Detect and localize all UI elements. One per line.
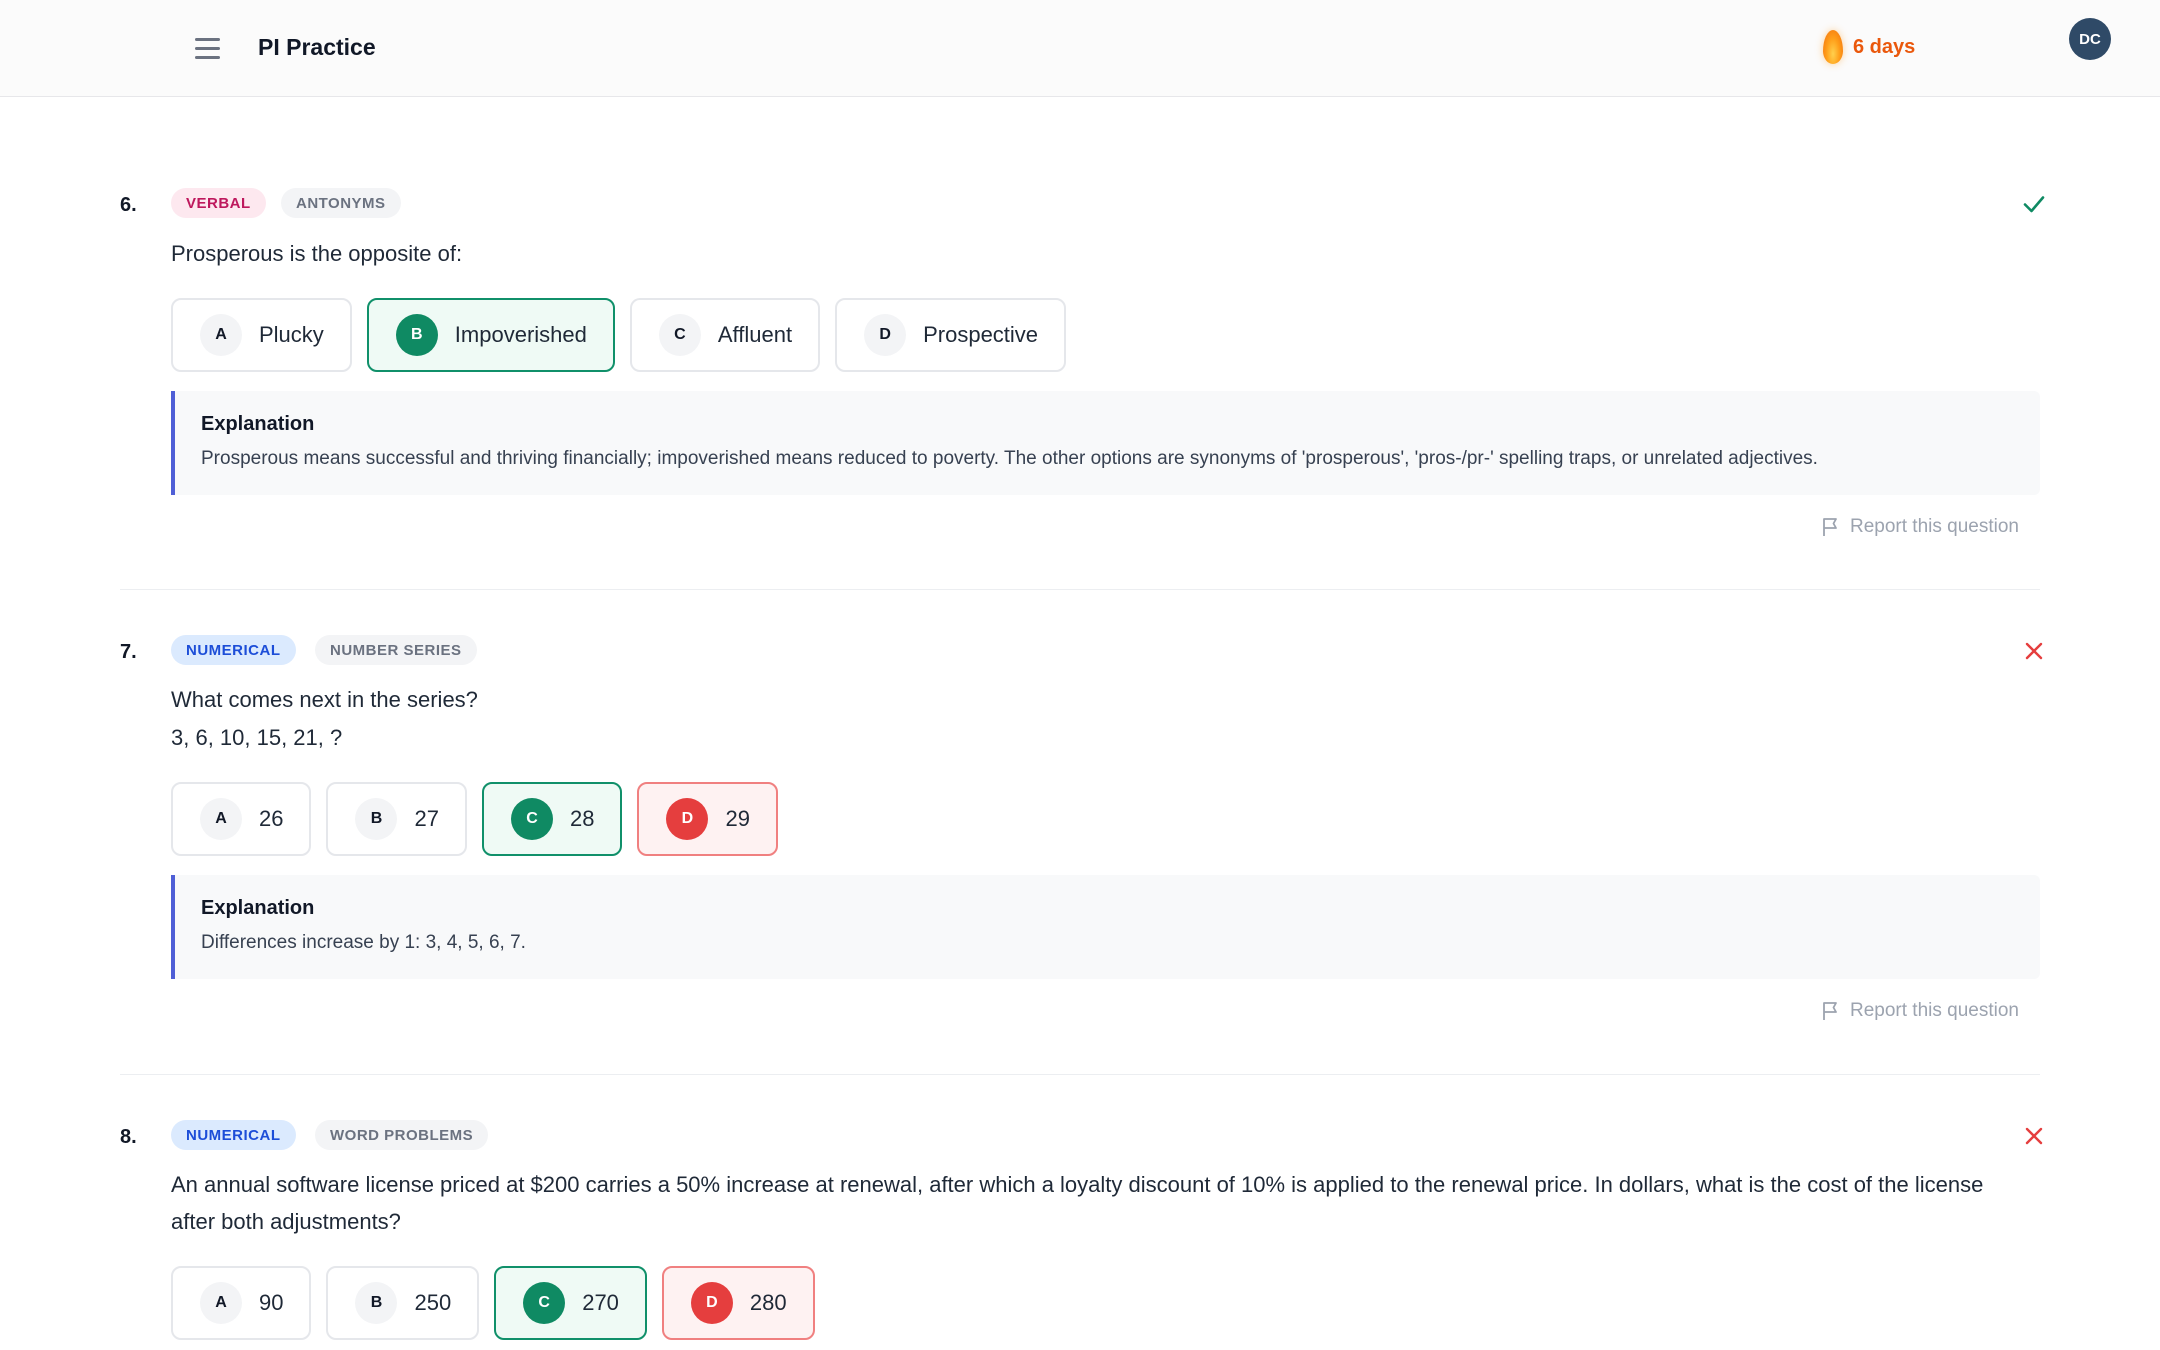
option-letter: C (658, 314, 701, 356)
option-letter: D (690, 1282, 733, 1324)
option-letter: B (355, 798, 398, 840)
option-text: 27 (414, 806, 439, 831)
option-text: 270 (582, 1290, 619, 1315)
option-a[interactable]: A 90 (171, 1266, 312, 1340)
option-letter: C (523, 1282, 566, 1324)
option-d[interactable]: D 29 (637, 782, 778, 856)
option-letter: D (864, 314, 907, 356)
flame-icon (1823, 30, 1843, 64)
question-number: 8. (120, 1126, 137, 1148)
option-c[interactable]: C Affluent (629, 298, 821, 372)
option-c[interactable]: C 270 (494, 1266, 647, 1340)
option-letter: B (395, 314, 438, 356)
question-divider (120, 589, 2040, 590)
answer-options: A Plucky B Impoverished C Affluent D Prospec… (171, 298, 1067, 372)
option-text: 280 (749, 1290, 787, 1315)
user-avatar[interactable]: DC (2069, 18, 2111, 60)
option-b[interactable]: B 250 (326, 1266, 480, 1340)
subcategory-badge: ANTONYMS (281, 188, 401, 218)
option-letter: C (510, 798, 553, 840)
option-b[interactable]: B Impoverished (366, 298, 615, 372)
streak-indicator: 6 days (1823, 30, 1915, 64)
question-text: Prosperous is the opposite of: (171, 241, 463, 266)
explanation-panel: Explanation Prosperous means successful … (171, 391, 2040, 495)
option-text: 26 (259, 806, 284, 831)
top-bar: PI Practice 6 days DC (0, 0, 2160, 97)
option-letter: D (666, 798, 709, 840)
report-question-link[interactable]: Report this question (1822, 516, 2019, 538)
subcategory-badge: NUMBER SERIES (315, 635, 477, 665)
option-letter: B (355, 1282, 398, 1324)
option-letter: A (200, 1282, 242, 1324)
option-text: Affluent (717, 322, 793, 347)
hamburger-menu-icon[interactable] (188, 30, 228, 66)
option-b[interactable]: B 27 (326, 782, 467, 856)
category-badge: VERBAL (171, 188, 266, 218)
option-d[interactable]: D Prospective (835, 298, 1067, 372)
incorrect-x-icon (2025, 1127, 2043, 1145)
explanation-title: Explanation (201, 413, 315, 435)
question-sequence: 3, 6, 10, 15, 21, ? (171, 725, 343, 750)
question-divider (120, 1074, 2040, 1075)
question-text: What comes next in the series? (171, 687, 478, 712)
option-letter: A (200, 314, 242, 356)
option-text: 28 (569, 806, 595, 831)
question-number: 6. (120, 194, 137, 216)
category-badge: NUMERICAL (171, 635, 296, 665)
streak-count: 6 days (1853, 35, 1916, 58)
option-a[interactable]: A 26 (171, 782, 312, 856)
option-text: 250 (414, 1290, 452, 1315)
question-text: An annual software license priced at $20… (171, 1172, 1984, 1197)
option-text: Plucky (259, 322, 324, 347)
question-number: 7. (120, 641, 137, 663)
report-label: Report this question (1850, 516, 2019, 537)
explanation-panel: Explanation Differences increase by 1: 3… (171, 875, 2040, 979)
option-text: 29 (725, 806, 750, 831)
app-title[interactable]: PI Practice (258, 34, 376, 61)
report-question-link[interactable]: Report this question (1822, 1000, 2019, 1022)
option-d[interactable]: D 280 (661, 1266, 815, 1340)
answer-options: A 26 B 27 C 28 D 29 (171, 782, 778, 856)
explanation-title: Explanation (201, 897, 315, 919)
flag-icon (1823, 518, 1837, 536)
incorrect-x-icon (2025, 642, 2043, 660)
category-badge: NUMERICAL (171, 1120, 296, 1150)
option-c[interactable]: C 28 (481, 782, 623, 856)
option-text: Impoverished (454, 322, 587, 347)
explanation-text: Differences increase by 1: 3, 4, 5, 6, 7… (201, 932, 526, 953)
flag-icon (1823, 1002, 1837, 1020)
report-label: Report this question (1850, 1000, 2019, 1021)
option-letter: A (200, 798, 242, 840)
option-text: 90 (259, 1290, 284, 1315)
question-text-continued: after both adjustments? (171, 1209, 401, 1234)
answer-options: A 90 B 250 C 270 D 280 (171, 1266, 815, 1340)
option-a[interactable]: A Plucky (171, 298, 352, 372)
subcategory-badge: WORD PROBLEMS (315, 1120, 489, 1150)
correct-check-icon (2023, 196, 2045, 213)
option-text: Prospective (923, 322, 1039, 347)
explanation-text: Prosperous means successful and thriving… (201, 448, 1818, 469)
